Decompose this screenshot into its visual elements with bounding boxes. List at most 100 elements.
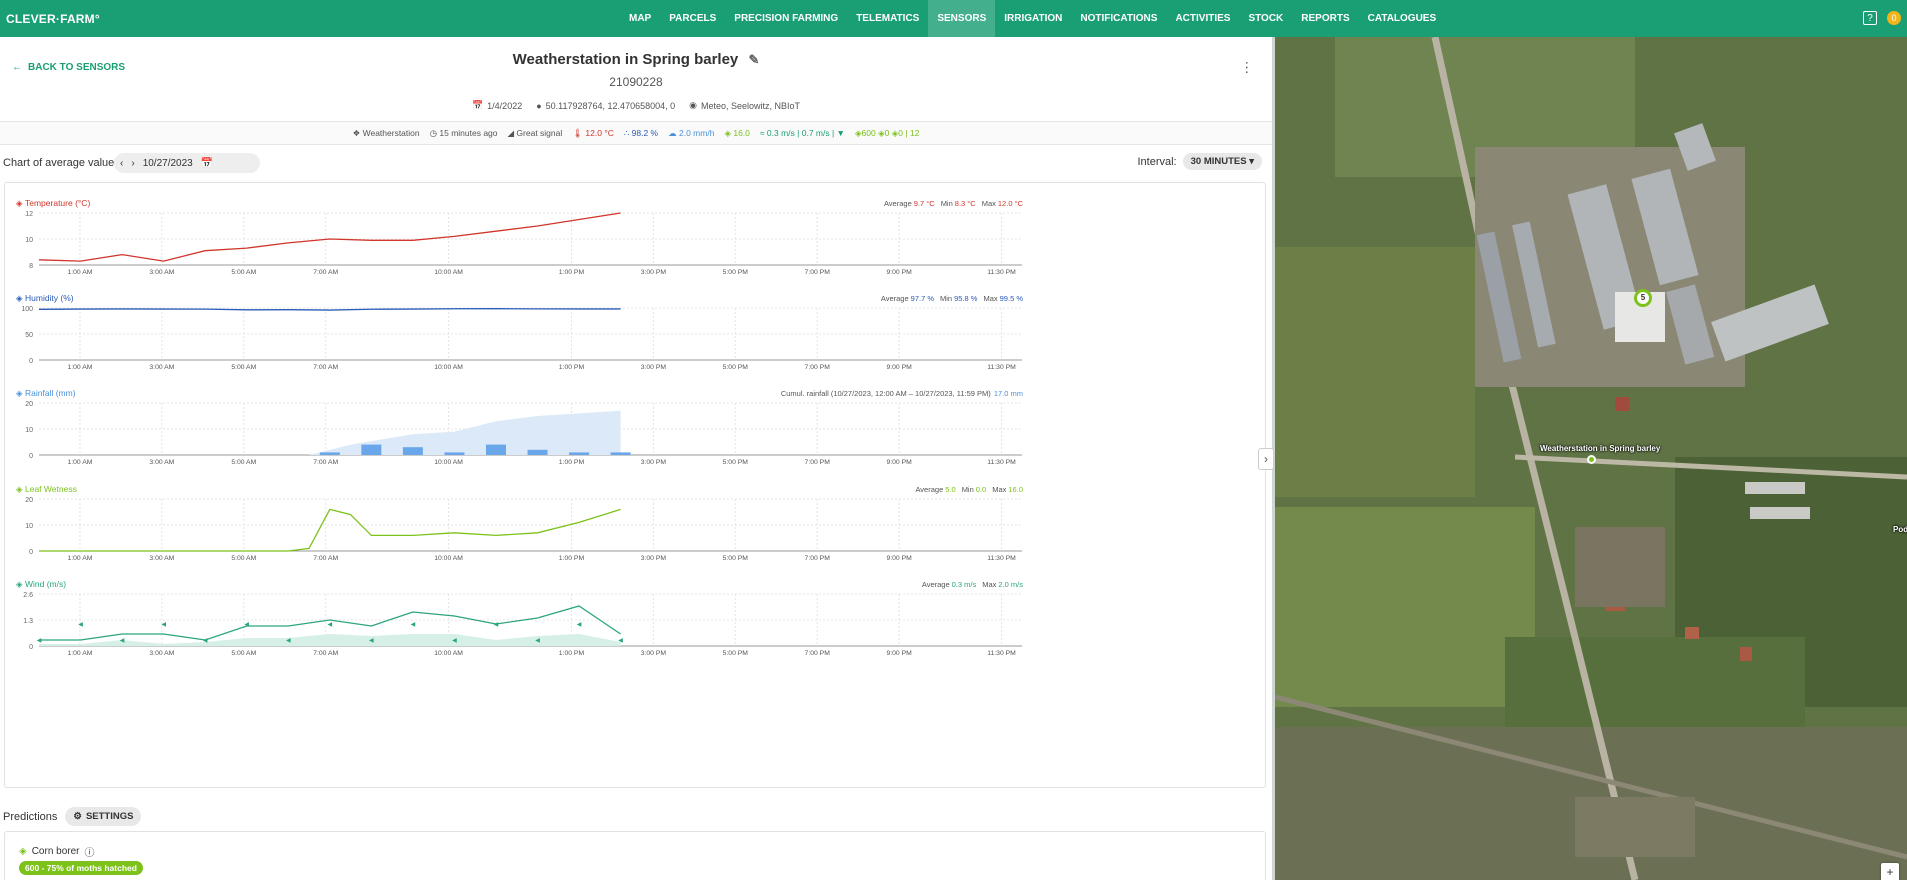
calendar-icon[interactable]: 📅 (201, 158, 213, 169)
wind-direction-arrow: ◀ (203, 638, 208, 644)
x-tick-label: 5:00 PM (723, 555, 749, 562)
wind-direction-arrow: ◀ (577, 622, 582, 628)
x-tick-label: 3:00 PM (641, 364, 667, 371)
app-logo[interactable]: CLEVER·FARM° (0, 12, 140, 26)
y-tick-label: 0 (29, 453, 33, 460)
x-tick-label: 9:00 PM (886, 650, 912, 657)
status-leaf: ◈ 16.0 (724, 127, 750, 138)
x-tick-label: 5:00 AM (231, 269, 256, 276)
x-tick-label: 10:00 AM (434, 555, 463, 562)
location-pin-icon: ● (536, 100, 542, 111)
chart-stats: Average 5.0 Min 0.0 Max 16.0 (915, 485, 1023, 494)
nav-item-map[interactable]: MAP (620, 0, 660, 37)
x-tick-label: 5:00 PM (723, 650, 749, 657)
calendar-icon: 📅 (471, 100, 484, 110)
charts-card: Temperature (°C) ◈ Average 9.7 °C Min 8.3 °C M… (4, 182, 1266, 788)
humidity-series-line (38, 308, 621, 311)
y-tick-label: 1.3 (23, 618, 33, 625)
rain-bar (485, 444, 506, 455)
edit-pencil-icon[interactable]: ✎ (748, 52, 759, 67)
x-tick-label: 1:00 AM (67, 364, 92, 371)
chart-humidity: Humidity (%)◈ Average 97.7 % Min 95.8 % Max 99… (16, 293, 1023, 371)
owner-icon: ◉ (689, 100, 697, 110)
leaf-icon: ◈ (16, 484, 23, 494)
x-tick-label: 7:00 AM (313, 364, 338, 371)
x-tick-label: 1:00 AM (67, 459, 92, 466)
rainfall-icon: ◈ (16, 388, 23, 398)
x-tick-label: 5:00 PM (723, 459, 749, 466)
station-map-marker[interactable] (1587, 455, 1596, 464)
notification-icon[interactable]: 0 (1887, 11, 1901, 25)
chart-leaf: Leaf Wetness◈ Average 5.0 Min 0.0 Max 16.0 0 10 2… (16, 484, 1023, 562)
status-rain: ☁ 2.0 mm/h (668, 127, 715, 138)
y-tick-label: 10 (25, 427, 33, 434)
y-tick-label: 0 (29, 358, 33, 365)
top-navbar: CLEVER·FARM° MAP PARCELS PRECISION FARMING… (0, 0, 1907, 37)
x-tick-label: 1:00 PM (559, 650, 585, 657)
wind-gust-area (39, 634, 621, 646)
wind-direction-arrow: ◀ (120, 638, 125, 644)
nav-item-sensors[interactable]: SENSORS (928, 0, 996, 37)
x-tick-label: 3:00 PM (641, 555, 667, 562)
x-tick-label: 5:00 AM (231, 650, 256, 657)
zoom-in-button[interactable]: + (1881, 863, 1899, 880)
nav-item-notifications[interactable]: NOTIFICATIONS (1071, 0, 1166, 37)
nav-item-precision-farming[interactable]: PRECISION FARMING (725, 0, 847, 37)
nav-item-parcels[interactable]: PARCELS (660, 0, 725, 37)
sensor-detail-panel: ← BACK TO SENSORS ⋯ Weatherstation in Sp… (0, 37, 1272, 880)
chevron-left-icon[interactable]: ‹ (120, 158, 123, 169)
x-tick-label: 10:00 AM (434, 364, 463, 371)
interval-select[interactable]: 30 MINUTES ▾ (1182, 153, 1262, 170)
wind-direction-arrow: ◀ (535, 638, 540, 644)
wind-icon: ◈ (16, 579, 23, 589)
page-title: Weatherstation in Spring barley ✎ (512, 51, 760, 68)
y-tick-label: 2.6 (23, 592, 33, 599)
chart-title: Wind (m/s) (25, 579, 66, 589)
collapse-panel-chevron-icon[interactable]: › (1258, 448, 1274, 470)
x-tick-label: 3:00 PM (641, 650, 667, 657)
wind-direction-arrow: ◀ (78, 622, 83, 628)
x-tick-label: 10:00 AM (434, 459, 463, 466)
help-icon[interactable]: ? (1863, 11, 1877, 25)
settings-button[interactable]: ⚙ SETTINGS (65, 807, 142, 826)
satellite-map[interactable]: 5 Weatherstation in Spring barley Podr +… (1275, 37, 1907, 880)
chevron-right-icon[interactable]: › (131, 158, 134, 169)
interval-control: Interval: 30 MINUTES ▾ (1137, 153, 1262, 170)
date-picker[interactable]: ‹ › 10/27/2023 📅 (114, 153, 260, 173)
y-tick-label: 10 (25, 523, 33, 530)
wind-direction-arrow: ◀ (244, 622, 249, 628)
x-tick-label: 11:30 PM (987, 269, 1016, 276)
leaf-series-line (39, 508, 621, 552)
nav-item-telematics[interactable]: TELEMATICS (847, 0, 928, 37)
nav-item-stock[interactable]: STOCK (1239, 0, 1292, 37)
leaf-icon: ◈ (19, 846, 27, 857)
wind-direction-arrow: ◀ (411, 622, 416, 628)
temperature-icon: ◈ (16, 198, 23, 208)
x-tick-label: 5:00 AM (231, 459, 256, 466)
gear-icon: ⚙ (73, 811, 82, 822)
nav-item-irrigation[interactable]: IRRIGATION (995, 0, 1071, 37)
sensor-cluster-marker[interactable]: 5 (1634, 289, 1652, 307)
wind-direction-arrow: ◀ (618, 638, 623, 644)
chart-title: Leaf Wetness (25, 484, 77, 494)
nav-item-reports[interactable]: REPORTS (1292, 0, 1358, 37)
chart-toolbar: Chart of average values ‹ › 10/27/2023 📅… (0, 153, 1272, 175)
x-tick-label: 11:30 PM (987, 459, 1016, 466)
chart-stats: Cumul. rainfall (10/27/2023, 12:00 AM – … (781, 389, 1023, 398)
charts-svg: Temperature (°C)◈ Average 9.7 °C Min 8.3 °C M… (16, 198, 1024, 657)
nav-item-activities[interactable]: ACTIVITIES (1166, 0, 1239, 37)
chart-toolbar-label: Chart of average values (3, 157, 120, 169)
rain-bar (527, 449, 548, 455)
y-tick-label: 8 (29, 263, 33, 270)
x-tick-label: 3:00 AM (149, 269, 174, 276)
current-status-bar: ❖ Weatherstation ◷ 15 minutes ago ◢ Grea… (0, 121, 1272, 145)
nav-item-catalogues[interactable]: CATALOGUES (1359, 0, 1446, 37)
x-tick-label: 9:00 PM (886, 555, 912, 562)
y-tick-label: 50 (25, 332, 33, 339)
chart-stats: Average 97.7 % Min 95.8 % Max 99.5 % (881, 294, 1023, 303)
x-tick-label: 7:00 PM (805, 459, 831, 466)
info-icon[interactable]: ⓘ (85, 844, 95, 859)
x-tick-label: 9:00 PM (886, 269, 912, 276)
x-tick-label: 1:00 AM (67, 555, 92, 562)
x-tick-label: 1:00 PM (559, 459, 585, 466)
